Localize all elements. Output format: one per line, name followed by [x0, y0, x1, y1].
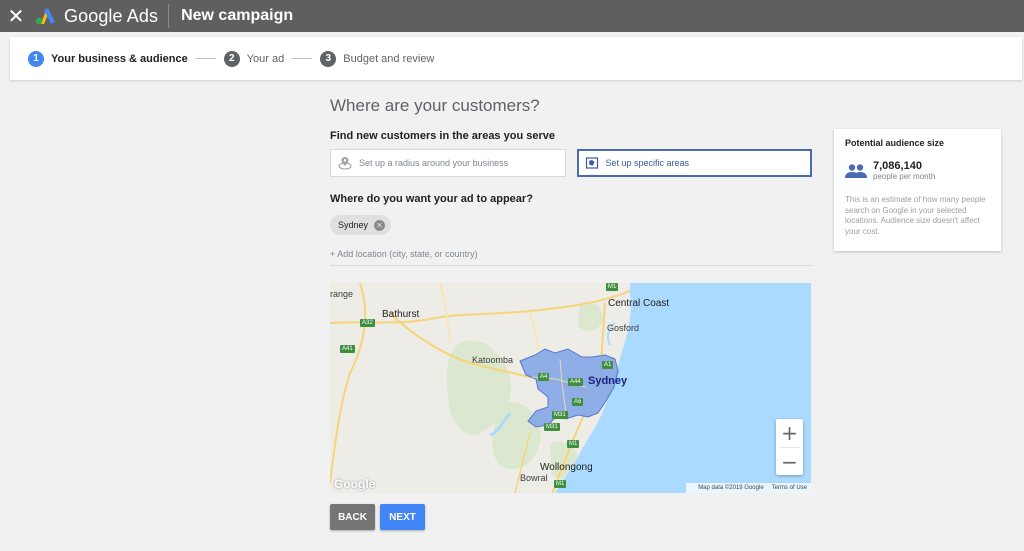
step-business-audience[interactable]: 1 Your business & audience: [28, 50, 188, 67]
area-map-icon: [585, 156, 599, 170]
step-number: 3: [320, 50, 337, 67]
location-map[interactable]: range Bathurst Central Coast Gosford Kat…: [330, 283, 811, 493]
map-zoom-controls: + −: [776, 419, 803, 475]
step-connector: [292, 58, 313, 59]
step-budget-review[interactable]: 3 Budget and review: [320, 50, 435, 67]
audience-estimate: 7,086,140 people per month: [845, 160, 990, 181]
road-shield-m31: M31: [552, 411, 568, 419]
terms-of-use-link[interactable]: Terms of Use: [772, 485, 807, 491]
page-title: Where are your customers?: [330, 96, 540, 115]
where-heading: Where do you want your ad to appear?: [330, 193, 533, 205]
back-button[interactable]: BACK: [330, 504, 375, 530]
map-label-bowral: Bowral: [520, 473, 548, 483]
map-label-katoomba: Katoomba: [472, 355, 514, 365]
audience-count: 7,086,140: [873, 160, 922, 172]
form-actions: BACK NEXT: [330, 504, 425, 530]
location-form: Where are your customers? Find new custo…: [330, 96, 812, 266]
google-map-logo: Google: [334, 477, 376, 491]
step-number: 1: [28, 50, 44, 67]
map-label-wollongong: Wollongong: [540, 462, 593, 473]
audience-description: This is an estimate of how many people s…: [845, 195, 986, 236]
next-button[interactable]: NEXT: [380, 504, 425, 530]
audience-size-card: Potential audience size 7,086,140 people…: [834, 129, 1001, 251]
map-label-range: range: [330, 289, 354, 299]
area-options: Set up a radius around your business Set…: [330, 149, 812, 177]
map-label-central-coast: Central Coast: [608, 298, 670, 309]
audience-card-title: Potential audience size: [845, 138, 945, 148]
location-chip-sydney: Sydney ✕: [330, 215, 392, 235]
audience-unit: people per month: [873, 172, 936, 181]
close-icon[interactable]: ✕: [0, 0, 32, 32]
add-location-input[interactable]: + Add location (city, state, or country): [330, 249, 812, 266]
radius-option-button[interactable]: Set up a radius around your business: [330, 149, 566, 177]
brand-name: Google Ads: [64, 5, 159, 26]
radius-pin-icon: [338, 156, 352, 170]
step-your-ad[interactable]: 2 Your ad: [223, 50, 285, 67]
road-shield-a44: A44: [568, 378, 583, 386]
map-label-gosford: Gosford: [607, 323, 640, 333]
app-bar: ✕ Google Ads New campaign: [0, 0, 1024, 32]
people-icon: [845, 163, 867, 178]
map-attribution: Map data ©2019 Google Terms of Use: [686, 483, 811, 493]
zoom-in-button[interactable]: +: [776, 419, 803, 447]
map-label-bathurst: Bathurst: [382, 309, 420, 320]
road-shield-a4: A4: [538, 373, 550, 381]
road-shield-a32: A32: [360, 319, 375, 327]
step-label: Your ad: [246, 52, 285, 65]
road-shield-a6: A6: [572, 398, 584, 406]
remove-chip-icon[interactable]: ✕: [374, 219, 386, 231]
road-shield-m1-top: M1: [606, 283, 619, 291]
map-data-credit: Map data ©2019 Google: [698, 485, 764, 491]
google-ads-logo-icon: [35, 8, 55, 25]
radius-option-label: Set up a radius around your business: [359, 158, 509, 168]
zoom-out-button[interactable]: −: [776, 448, 803, 476]
specific-areas-option-label: Set up specific areas: [605, 158, 690, 168]
road-shield-m31b: M31: [544, 423, 560, 431]
road-shield-a41: A41: [340, 345, 355, 353]
map-label-sydney: Sydney: [588, 375, 628, 387]
road-shield-m1: M1: [567, 440, 580, 448]
step-number: 2: [223, 50, 240, 67]
road-shield-m1b: M1: [554, 480, 567, 488]
find-customers-heading: Find new customers in the areas you serv…: [330, 130, 555, 142]
step-label: Budget and review: [343, 52, 435, 65]
specific-areas-option-button[interactable]: Set up specific areas: [576, 149, 812, 177]
step-connector: [195, 58, 216, 59]
road-shield-a1: A1: [602, 361, 614, 369]
location-chip-label: Sydney: [338, 220, 369, 230]
appbar-divider: [168, 4, 170, 28]
step-label: Your business & audience: [51, 52, 188, 65]
campaign-stepper: 1 Your business & audience 2 Your ad 3 B…: [10, 37, 1022, 80]
page-header-title: New campaign: [181, 7, 294, 24]
